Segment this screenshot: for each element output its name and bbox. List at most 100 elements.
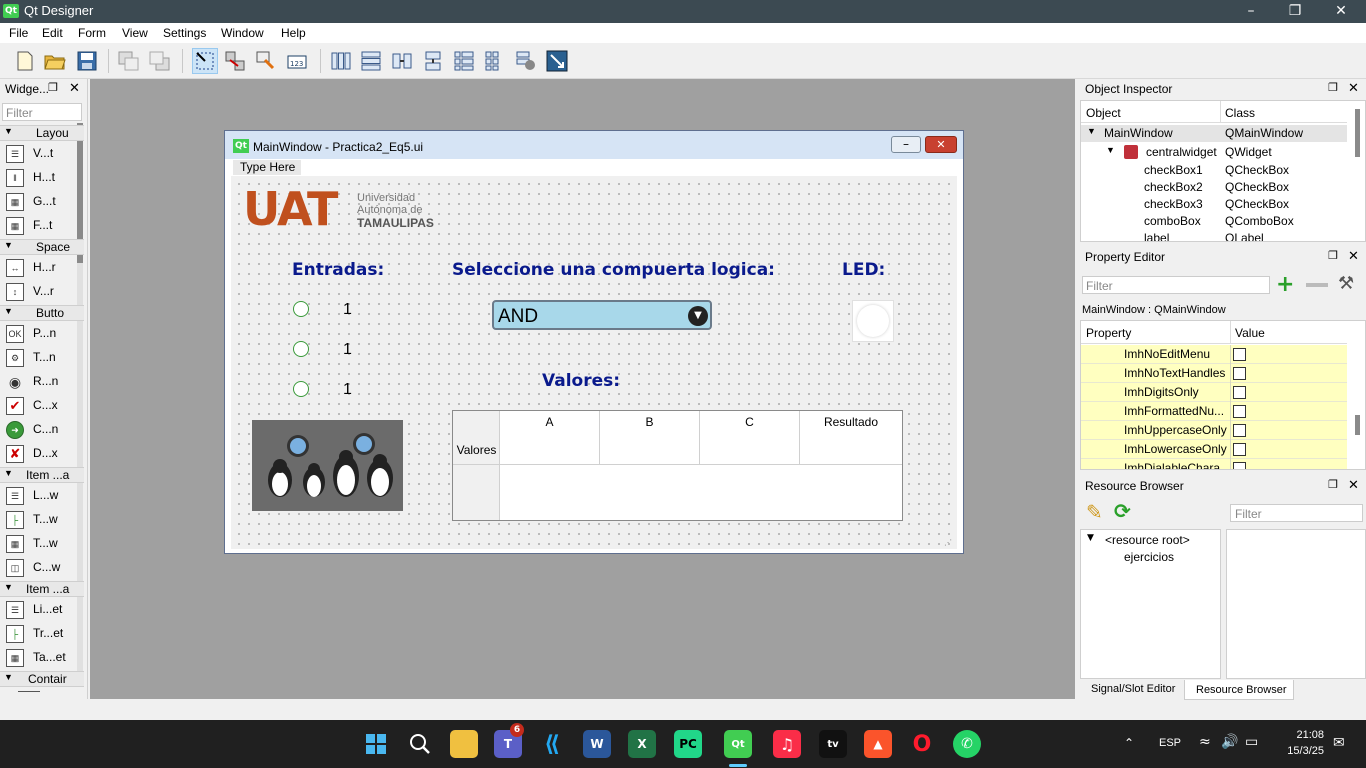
volume-icon[interactable]: 🔊 [1221,734,1238,750]
property-table[interactable]: Property Value ImhNoEditMenu ImhNoTextHa… [1080,320,1366,470]
resource-ejercicios-item[interactable]: ejercicios [1124,550,1174,564]
close-button[interactable]: ✕ [1318,0,1364,23]
edit-buddies-icon[interactable] [253,48,279,74]
widget-horizontal-layout[interactable]: ‖ H...t [0,167,84,189]
property-checkbox[interactable] [1233,443,1246,456]
adjust-size-icon[interactable] [544,48,570,74]
edit-signals-slots-icon[interactable] [222,48,248,74]
category-buttons[interactable]: ▼ Butto [0,305,84,321]
tree-row-checkbox2[interactable]: checkBox2 QCheckBox [1081,179,1347,196]
search-icon[interactable] [406,730,434,758]
widget-column-view[interactable]: ◫ C...w [0,557,84,579]
property-checkbox[interactable] [1233,462,1246,469]
form-close-button[interactable]: ✕ [925,136,957,153]
brave-icon[interactable]: ▲ [864,730,892,758]
property-checkbox[interactable] [1233,424,1246,437]
close-icon[interactable]: ✕ [1348,248,1359,264]
widget-tree-view[interactable]: ├ T...w [0,509,84,531]
float-icon[interactable]: ❐ [1328,81,1338,94]
category-layouts[interactable]: ▼ Layou [0,125,84,141]
whatsapp-icon[interactable]: ✆ [953,730,981,758]
widget-list-widget[interactable]: ☰ Li...et [0,599,84,621]
menu-settings[interactable]: Settings [163,26,206,40]
menu-window[interactable]: Window [221,26,264,40]
file-explorer-icon[interactable] [450,730,478,758]
layout-horizontal-splitter-icon[interactable] [389,48,415,74]
table-header-c[interactable]: C [700,411,800,465]
table-header-a[interactable]: A [500,411,600,465]
apple-tv-icon[interactable]: tv [819,730,847,758]
tab-resource-browser[interactable]: Resource Browser [1184,680,1294,700]
clock-time[interactable]: 21:08 [1282,729,1324,741]
resource-filter-input[interactable]: Filter [1230,504,1363,522]
property-checkbox[interactable] [1233,367,1246,380]
vscode-icon[interactable]: ⟪ [538,730,566,758]
configure-icon[interactable]: ⚒ [1338,273,1354,294]
widget-tree-widget[interactable]: ├ Tr...et [0,623,84,645]
float-icon[interactable]: ❐ [1328,478,1338,491]
property-checkbox[interactable] [1233,348,1246,361]
gate-combo-box[interactable]: AND ▼ [492,300,712,330]
widget-horizontal-spacer[interactable]: ↔ H...r [0,257,84,279]
category-item-views[interactable]: ▼ Item ...a [0,467,84,483]
menu-help[interactable]: Help [281,26,306,40]
form-window[interactable]: Qt MainWindow - Practica2_Eq5.ui – ✕ Typ… [224,130,964,554]
resource-content-view[interactable] [1226,529,1366,679]
widget-radio-button[interactable]: ◉ R...n [0,371,84,393]
minimize-button[interactable]: – [1228,0,1274,23]
category-item-widgets[interactable]: ▼ Item ...a [0,581,84,597]
property-checkbox[interactable] [1233,405,1246,418]
close-icon[interactable]: ✕ [1348,80,1359,96]
widget-command-link[interactable]: ➜ C...n [0,419,84,441]
table-header-resultado[interactable]: Resultado [800,411,902,465]
notification-icon[interactable]: ✉ [1333,735,1345,751]
edit-widgets-icon[interactable] [192,48,218,74]
excel-icon[interactable]: X [628,730,656,758]
send-to-back-icon[interactable] [116,48,142,74]
tree-row-label[interactable]: label QLabel [1081,230,1347,241]
property-row[interactable]: ImhUppercaseOnly [1081,421,1347,440]
input-checkbox-1[interactable] [293,301,309,317]
wifi-icon[interactable]: ≈ [1199,734,1211,750]
widget-grid-layout[interactable]: ▦ G...t [0,191,84,213]
tree-row-checkbox1[interactable]: checkBox1 QCheckBox [1081,162,1347,179]
property-checkbox[interactable] [1233,386,1246,399]
resize-grip-icon[interactable]: ⋰ [944,538,952,547]
break-layout-icon[interactable] [513,48,539,74]
widget-filter-input[interactable]: Filter [2,103,82,121]
widget-vertical-layout[interactable]: ☰ V...t [0,143,84,165]
tree-row-checkbox3[interactable]: checkBox3 QCheckBox [1081,196,1347,213]
widget-table-view[interactable]: ▦ T...w [0,533,84,555]
property-scrollbar[interactable] [1355,415,1360,435]
category-spacers[interactable]: ▼ Space [0,239,84,255]
widget-table-widget[interactable]: ▦ Ta...et [0,647,84,669]
edit-resources-icon[interactable]: ✎ [1086,500,1103,524]
valores-table[interactable]: Valores A B C Resultado [452,410,903,521]
widget-dialog-button-box[interactable]: ✘ D...x [0,443,84,465]
reload-icon[interactable]: ⟳ [1114,499,1131,523]
battery-icon[interactable]: ▭ [1245,734,1258,750]
tree-row-mainwindow[interactable]: ▼ MainWindow QMainWindow [1081,125,1347,142]
property-row[interactable]: ImhDigitsOnly [1081,383,1347,402]
bring-to-front-icon[interactable] [147,48,173,74]
property-row[interactable]: ImhLowercaseOnly [1081,440,1347,459]
property-row[interactable]: ImhNoTextHandles [1081,364,1347,383]
opera-icon[interactable]: O [908,730,936,758]
table-header-b[interactable]: B [600,411,700,465]
widget-list-view[interactable]: ☰ L...w [0,485,84,507]
close-icon[interactable]: ✕ [1348,477,1359,493]
open-folder-icon[interactable] [42,48,68,74]
language-indicator[interactable]: ESP [1159,737,1181,749]
input-checkbox-3[interactable] [293,381,309,397]
object-inspector-tree[interactable]: Object Class ▼ MainWindow QMainWindow ▼ … [1080,100,1366,242]
new-file-icon[interactable] [12,48,38,74]
resource-tree[interactable]: ▼ <resource root> ejercicios [1080,529,1221,679]
save-icon[interactable] [74,48,100,74]
layout-grid-icon[interactable] [482,48,508,74]
widget-form-layout[interactable]: ▦ F...t [0,215,84,237]
add-property-icon[interactable]: + [1276,274,1294,296]
float-icon[interactable]: ❐ [1328,249,1338,262]
input-checkbox-2[interactable] [293,341,309,357]
object-inspector-scrollbar[interactable] [1355,109,1360,157]
form-minimize-button[interactable]: – [891,136,921,153]
